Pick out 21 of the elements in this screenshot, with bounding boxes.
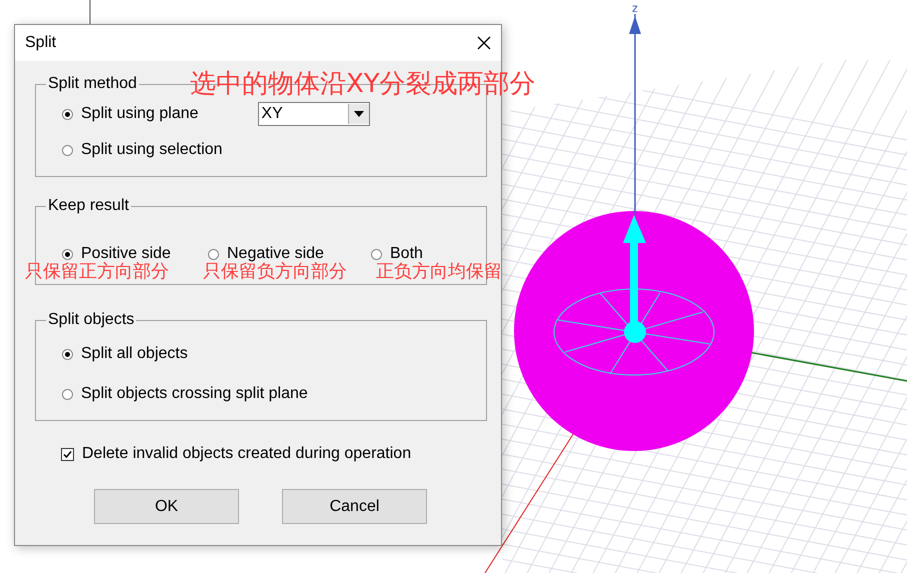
radio-button[interactable]: Split using selection <box>62 141 222 159</box>
annotation-text: 正负方向均保留 <box>376 262 502 282</box>
radio-button[interactable]: Split all objects <box>62 345 188 363</box>
annotation-text: 只保留负方向部分 <box>203 262 347 282</box>
radio-button[interactable]: Split using plane <box>62 105 198 123</box>
axis-label: z <box>632 1 638 15</box>
group-title: Split objects <box>47 311 136 329</box>
plane-dropdown[interactable]: XY <box>258 102 370 126</box>
radio-button[interactable]: Both <box>371 245 423 263</box>
radio-button[interactable]: Negative side <box>208 245 371 263</box>
radio-button[interactable]: Split objects crossing split plane <box>62 385 308 403</box>
group-title: Split method <box>47 75 138 93</box>
window-title: Split <box>25 34 56 52</box>
checkbox[interactable]: Delete invalid objects created during operation <box>61 445 485 463</box>
cancel-button[interactable]: Cancel <box>282 489 427 524</box>
caret-icon <box>354 111 364 117</box>
radio-button[interactable]: Positive side <box>62 245 208 263</box>
close-icon[interactable] <box>477 36 491 50</box>
annotation-text: 只保留正方向部分 <box>25 262 169 282</box>
ok-button[interactable]: OK <box>94 489 239 524</box>
group-title: Keep result <box>47 197 130 215</box>
